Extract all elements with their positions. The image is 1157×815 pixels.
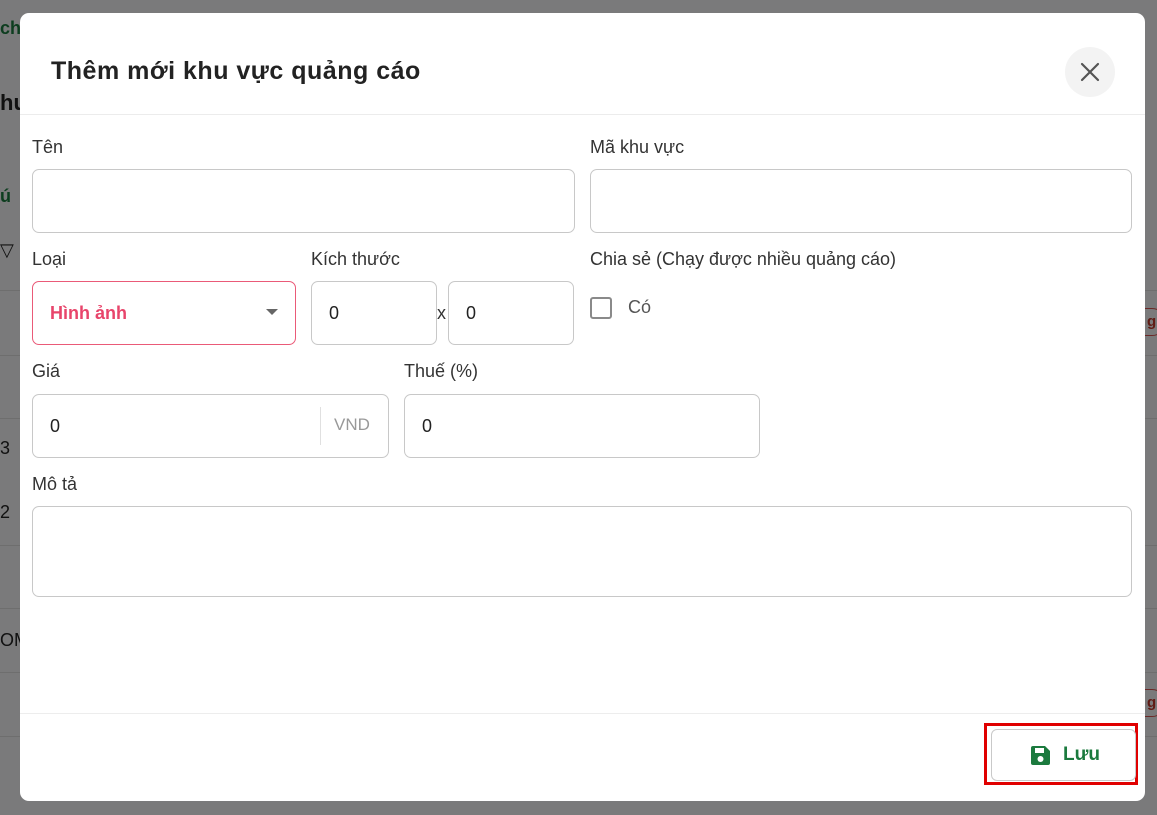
floppy-disk-icon — [1031, 746, 1050, 765]
save-button[interactable]: Lưu — [991, 729, 1136, 781]
price-unit: VND — [334, 415, 370, 434]
description-textarea[interactable] — [32, 506, 1132, 597]
close-icon — [1080, 62, 1100, 82]
share-label: Chia sẻ (Chạy được nhiều quảng cáo) — [590, 249, 897, 269]
caret-down-icon — [266, 309, 278, 315]
tax-label: Thuế (%) — [404, 361, 479, 381]
description-label: Mô tả — [32, 474, 78, 494]
tax-input[interactable]: 0 — [404, 394, 760, 458]
type-select[interactable]: Hình ảnh — [32, 281, 296, 345]
type-label: Loại — [32, 249, 67, 269]
size-separator: x — [437, 303, 446, 323]
dialog-header: Thêm mới khu vực quảng cáo — [20, 13, 1145, 115]
size-width-input[interactable]: 0 — [311, 281, 437, 345]
size-height-input[interactable]: 0 — [448, 281, 574, 345]
save-button-label: Lưu — [1063, 744, 1100, 765]
price-input[interactable]: 0 VND — [32, 394, 389, 458]
name-input[interactable] — [32, 169, 575, 233]
size-width-value: 0 — [329, 303, 340, 323]
footer-divider — [20, 713, 1145, 714]
area-code-label: Mã khu vực — [590, 137, 685, 157]
name-label: Tên — [32, 137, 64, 157]
type-selected-value: Hình ảnh — [50, 303, 127, 323]
price-value: 0 — [50, 416, 61, 436]
dialog-title: Thêm mới khu vực quảng cáo — [51, 57, 421, 85]
share-option-label[interactable]: Có — [628, 297, 651, 318]
close-button[interactable] — [1065, 47, 1115, 97]
size-label: Kích thước — [311, 249, 400, 269]
share-checkbox[interactable] — [590, 297, 612, 319]
tax-value: 0 — [422, 416, 433, 436]
price-suffix-divider — [320, 407, 321, 445]
add-ad-area-dialog: Thêm mới khu vực quảng cáo Tên Mã khu vự… — [20, 13, 1145, 801]
price-label: Giá — [32, 361, 61, 381]
size-height-value: 0 — [466, 303, 477, 323]
area-code-input[interactable] — [590, 169, 1132, 233]
